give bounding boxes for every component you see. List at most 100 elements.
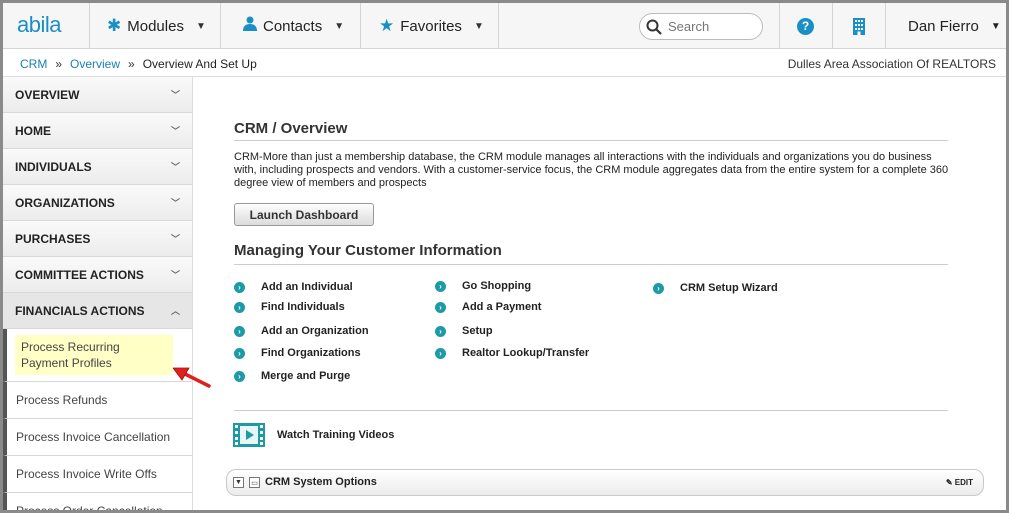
arrow-circle-icon: ›	[435, 280, 446, 292]
sidebar-item-process-invoice-write-offs[interactable]: Process Invoice Write Offs	[3, 456, 192, 493]
options-title: CRM System Options	[265, 476, 377, 488]
arrow-circle-icon: ›	[435, 301, 446, 313]
sidebar-item-process-refunds[interactable]: Process Refunds	[3, 382, 192, 419]
sidebar-item-label: Process Recurring Payment Profiles	[15, 335, 173, 375]
link-find-organizations[interactable]: › Find Organizations	[234, 347, 361, 359]
organization-button[interactable]	[832, 3, 884, 49]
star-icon: ★	[379, 16, 395, 35]
chevron-down-icon: ﹀	[170, 126, 180, 136]
section-divider	[234, 264, 948, 265]
page-title: CRM / Overview	[234, 120, 348, 137]
sidebar-section-home[interactable]: HOME ﹀	[3, 113, 192, 149]
link-label: Realtor Lookup/Transfer	[462, 347, 590, 359]
chevron-down-icon: ﹀	[170, 90, 180, 100]
section-title: Managing Your Customer Information	[234, 242, 502, 259]
video-icon	[233, 423, 265, 447]
arrow-circle-icon: ›	[234, 281, 245, 293]
arrow-circle-icon: ›	[234, 325, 245, 337]
link-label: Add an Individual	[261, 281, 353, 293]
top-navigation: abila ✱ Modules ▼ Contacts ▼ ★ Favorites…	[3, 3, 1006, 49]
sidebar-item-process-recurring-payment-profiles[interactable]: Process Recurring Payment Profiles	[3, 329, 192, 382]
pencil-icon: ✎	[945, 478, 953, 487]
favorites-menu[interactable]: ★ Favorites ▼	[360, 3, 498, 49]
sidebar-section-purchases[interactable]: PURCHASES ﹀	[3, 221, 192, 257]
contacts-label: Contacts	[263, 17, 323, 35]
video-label: Watch Training Videos	[277, 429, 395, 441]
sidebar-section-label: COMMITTEE ACTIONS	[15, 267, 144, 282]
breadcrumb-crm[interactable]: CRM	[20, 57, 47, 71]
sidebar-section-organizations[interactable]: ORGANIZATIONS ﹀	[3, 185, 192, 221]
modules-label: Modules	[127, 17, 184, 35]
link-merge-and-purge[interactable]: › Merge and Purge	[234, 370, 350, 382]
link-label: Add an Organization	[261, 325, 369, 337]
launch-dashboard-button[interactable]: Launch Dashboard	[234, 203, 374, 226]
collapse-toggle-icon[interactable]: ▼	[233, 477, 244, 488]
arrow-circle-icon: ›	[435, 347, 446, 359]
link-label: Find Individuals	[261, 301, 345, 313]
sidebar-section-label: INDIVIDUALS	[15, 159, 92, 174]
edit-button[interactable]: ✎ EDIT	[946, 478, 973, 487]
link-find-individuals[interactable]: › Find Individuals	[234, 301, 345, 313]
chevron-down-icon: ▼	[195, 20, 206, 32]
sidebar-section-label: HOME	[15, 123, 51, 138]
links-divider	[234, 410, 948, 411]
help-icon: ?	[797, 17, 814, 35]
chevron-down-icon: ﹀	[170, 162, 180, 172]
person-icon	[243, 16, 257, 36]
chevron-down-icon: ▼	[473, 20, 484, 32]
link-label: Find Organizations	[261, 347, 361, 359]
link-add-payment[interactable]: › Add a Payment	[435, 301, 541, 313]
link-add-organization[interactable]: › Add an Organization	[234, 325, 369, 337]
link-go-shopping[interactable]: › Go Shopping	[435, 280, 531, 292]
link-realtor-lookup-transfer[interactable]: › Realtor Lookup/Transfer	[435, 347, 589, 359]
chevron-down-icon: ﹀	[170, 234, 180, 244]
help-button[interactable]: ?	[779, 3, 831, 49]
watch-training-videos-link[interactable]: Watch Training Videos	[233, 423, 394, 447]
chevron-down-icon: ▼	[990, 20, 1001, 32]
nav-divider	[498, 3, 499, 49]
building-icon	[852, 18, 865, 35]
chevron-up-icon: ︿	[170, 306, 180, 316]
link-label: Setup	[462, 325, 493, 337]
search-icon	[646, 19, 662, 35]
sidebar-section-label: FINANCIALS ACTIONS	[15, 303, 145, 318]
window-icon[interactable]: ▭	[249, 477, 260, 488]
breadcrumb-current: Overview And Set Up	[142, 57, 257, 71]
sidebar-section-label: ORGANIZATIONS	[15, 195, 115, 210]
link-label: Merge and Purge	[261, 370, 351, 382]
sidebar: OVERVIEW ﹀ HOME ﹀ INDIVIDUALS ﹀ ORGANIZATIO…	[3, 77, 193, 510]
sidebar-item-label: Process Invoice Cancellation	[16, 430, 171, 444]
module-description: CRM-More than just a membership database…	[234, 151, 949, 189]
link-label: Go Shopping	[462, 280, 532, 292]
link-setup[interactable]: › Setup	[435, 325, 493, 337]
contacts-menu[interactable]: Contacts ▼	[220, 3, 360, 49]
sidebar-section-label: PURCHASES	[15, 231, 91, 246]
breadcrumb-overview[interactable]: Overview	[70, 57, 120, 71]
sidebar-section-committee-actions[interactable]: COMMITTEE ACTIONS ﹀	[3, 257, 192, 293]
sidebar-section-individuals[interactable]: INDIVIDUALS ﹀	[3, 149, 192, 185]
arrow-circle-icon: ›	[234, 301, 245, 313]
arrow-circle-icon: ›	[234, 347, 245, 359]
edit-label: EDIT	[954, 478, 973, 487]
breadcrumb-bar: CRM » Overview » Overview And Set Up Dulles …	[3, 50, 1006, 77]
link-crm-setup-wizard[interactable]: › CRM Setup Wizard	[653, 282, 778, 294]
modules-menu[interactable]: ✱ Modules ▼	[89, 3, 220, 49]
sidebar-section-overview[interactable]: OVERVIEW ﹀	[3, 77, 192, 113]
chevron-down-icon: ﹀	[170, 270, 180, 280]
crm-system-options-panel: ▼ ▭ CRM System Options ✎ EDIT	[226, 469, 984, 496]
search-input[interactable]	[668, 18, 758, 35]
search-box[interactable]	[639, 13, 763, 40]
arrow-circle-icon: ›	[435, 325, 446, 337]
link-add-individual[interactable]: › Add an Individual	[234, 281, 353, 293]
sidebar-item-process-order-cancellation[interactable]: Process Order Cancellation	[3, 493, 192, 510]
puzzle-icon: ✱	[107, 16, 122, 35]
user-menu[interactable]: Dan Fierro ▼	[885, 3, 1006, 49]
app-window: abila ✱ Modules ▼ Contacts ▼ ★ Favorites…	[0, 0, 1009, 513]
sidebar-item-process-invoice-cancellation[interactable]: Process Invoice Cancellation	[3, 419, 192, 456]
breadcrumb: CRM » Overview » Overview And Set Up	[20, 57, 257, 71]
sidebar-section-financials-actions[interactable]: FINANCIALS ACTIONS ︿	[3, 293, 192, 329]
main-content: CRM / Overview CRM-More than just a memb…	[194, 77, 1006, 510]
link-label: Add a Payment	[462, 301, 542, 313]
arrow-circle-icon: ›	[653, 282, 664, 294]
abila-logo[interactable]: abila	[17, 12, 61, 38]
